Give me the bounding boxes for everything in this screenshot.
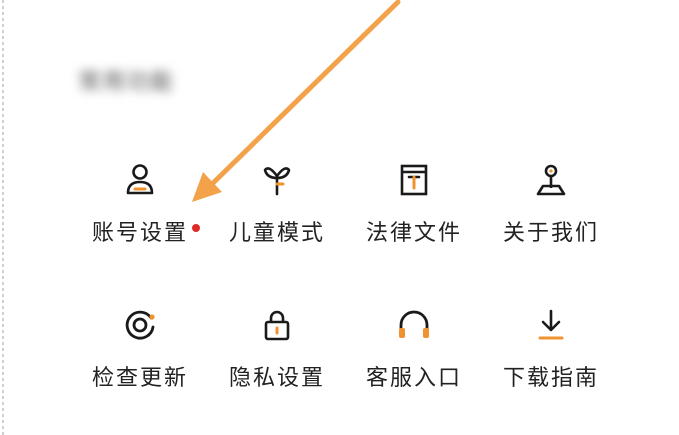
- menu-item-label: 法律文件: [365, 221, 462, 246]
- left-border-dots: [2, 0, 4, 435]
- menu-item-label: 下载指南: [502, 366, 599, 391]
- menu-item-label: 账号设置: [91, 221, 188, 246]
- menu-item-kids-mode[interactable]: 儿童模式: [202, 160, 352, 270]
- menu-item-label: 关于我们: [502, 221, 599, 246]
- settings-page: 常用功能 账号设置 儿童模式 法律文件 关于我们 检查更新 隐私设置 客服入口 …: [0, 0, 679, 435]
- menu-item-account-settings[interactable]: 账号设置: [65, 160, 215, 270]
- notification-badge: [192, 224, 200, 232]
- headphones-icon: [394, 305, 434, 345]
- menu-item-legal-documents[interactable]: 法律文件: [339, 160, 489, 270]
- menu-item-label: 隐私设置: [228, 366, 325, 391]
- menu-item-label: 儿童模式: [228, 221, 325, 246]
- document-icon: [394, 160, 434, 200]
- sprout-icon: [257, 160, 297, 200]
- location-pin-icon: [531, 160, 571, 200]
- menu-item-download-guide[interactable]: 下载指南: [476, 305, 626, 415]
- menu-item-check-update[interactable]: 检查更新: [65, 305, 215, 415]
- lock-icon: [257, 305, 297, 345]
- menu-item-about-us[interactable]: 关于我们: [476, 160, 626, 270]
- menu-item-label: 检查更新: [91, 366, 188, 391]
- account-icon: [120, 160, 160, 200]
- menu-item-customer-service[interactable]: 客服入口: [339, 305, 489, 415]
- download-icon: [531, 305, 571, 345]
- refresh-icon: [120, 305, 160, 345]
- menu-item-privacy-settings[interactable]: 隐私设置: [202, 305, 352, 415]
- section-title: 常用功能: [78, 69, 174, 95]
- menu-item-label: 客服入口: [365, 366, 462, 391]
